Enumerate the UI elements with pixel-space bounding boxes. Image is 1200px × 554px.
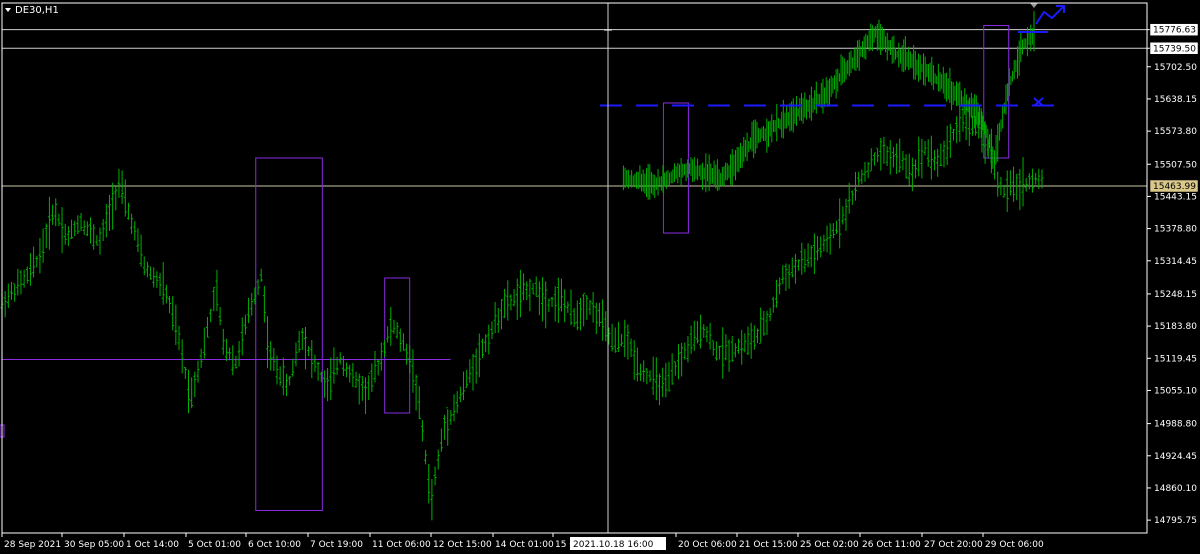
y-tick-label: 15055.10: [1154, 386, 1197, 396]
x-tick-label: 25 Oct 02:00: [800, 540, 859, 550]
chart-background: [0, 0, 1200, 554]
x-tick-label: 29 Oct 06:00: [985, 540, 1044, 550]
x-tick-label: 26 Oct 11:00: [862, 540, 921, 550]
price-tag-label: 15739.50: [1153, 44, 1196, 54]
y-tick-label: 15573.80: [1154, 127, 1197, 137]
x-tick-label: 27 Oct 20:00: [924, 540, 983, 550]
y-tick-label: 14988.80: [1154, 420, 1197, 430]
y-tick-label: 15314.45: [1154, 257, 1197, 267]
x-tick-label: 5 Oct 01:00: [188, 540, 241, 550]
x-tick-label: 12 Oct 15:00: [433, 540, 492, 550]
y-tick-label: 15248.15: [1154, 290, 1197, 300]
x-tick-label: 20 Oct 06:00: [678, 540, 737, 550]
x-tick-label: 14 Oct 01:00: [495, 540, 554, 550]
chart[interactable]: 15776.63 15739.50 15702.50 15638.15 15573.80…: [0, 0, 1200, 554]
y-tick-label: 15702.50: [1154, 63, 1197, 73]
y-tick-label: 15638.15: [1154, 95, 1197, 105]
y-tick-label: 15507.50: [1154, 160, 1197, 170]
y-tick-label: 15183.80: [1154, 322, 1197, 332]
price-tag-label: 15776.63: [1153, 26, 1196, 36]
y-tick-label: 15378.80: [1154, 225, 1197, 235]
x-tick-label: 1 Oct 14:00: [126, 540, 179, 550]
y-tick-label: 15119.45: [1154, 354, 1197, 364]
crosshair-time-label: 2021.10.18 16:00: [573, 540, 654, 550]
y-tick-label: 14924.45: [1154, 452, 1197, 462]
y-tick-label: 15443.15: [1154, 192, 1197, 202]
x-tick-label: 30 Sep 05:00: [64, 540, 124, 550]
y-tick-label: 14860.10: [1154, 484, 1197, 494]
price-tag-label: 15463.99: [1153, 182, 1196, 192]
x-tick-label: 7 Oct 19:00: [310, 540, 363, 550]
x-tick-label: 6 Oct 10:00: [248, 540, 301, 550]
x-tick-label: 11 Oct 06:00: [372, 540, 431, 550]
x-tick-label: 28 Sep 2021: [4, 540, 61, 550]
x-tick-label: 21 Oct 15:00: [739, 540, 798, 550]
symbol-label: DE30,H1: [15, 5, 59, 16]
y-tick-label: 14795.75: [1154, 516, 1197, 526]
